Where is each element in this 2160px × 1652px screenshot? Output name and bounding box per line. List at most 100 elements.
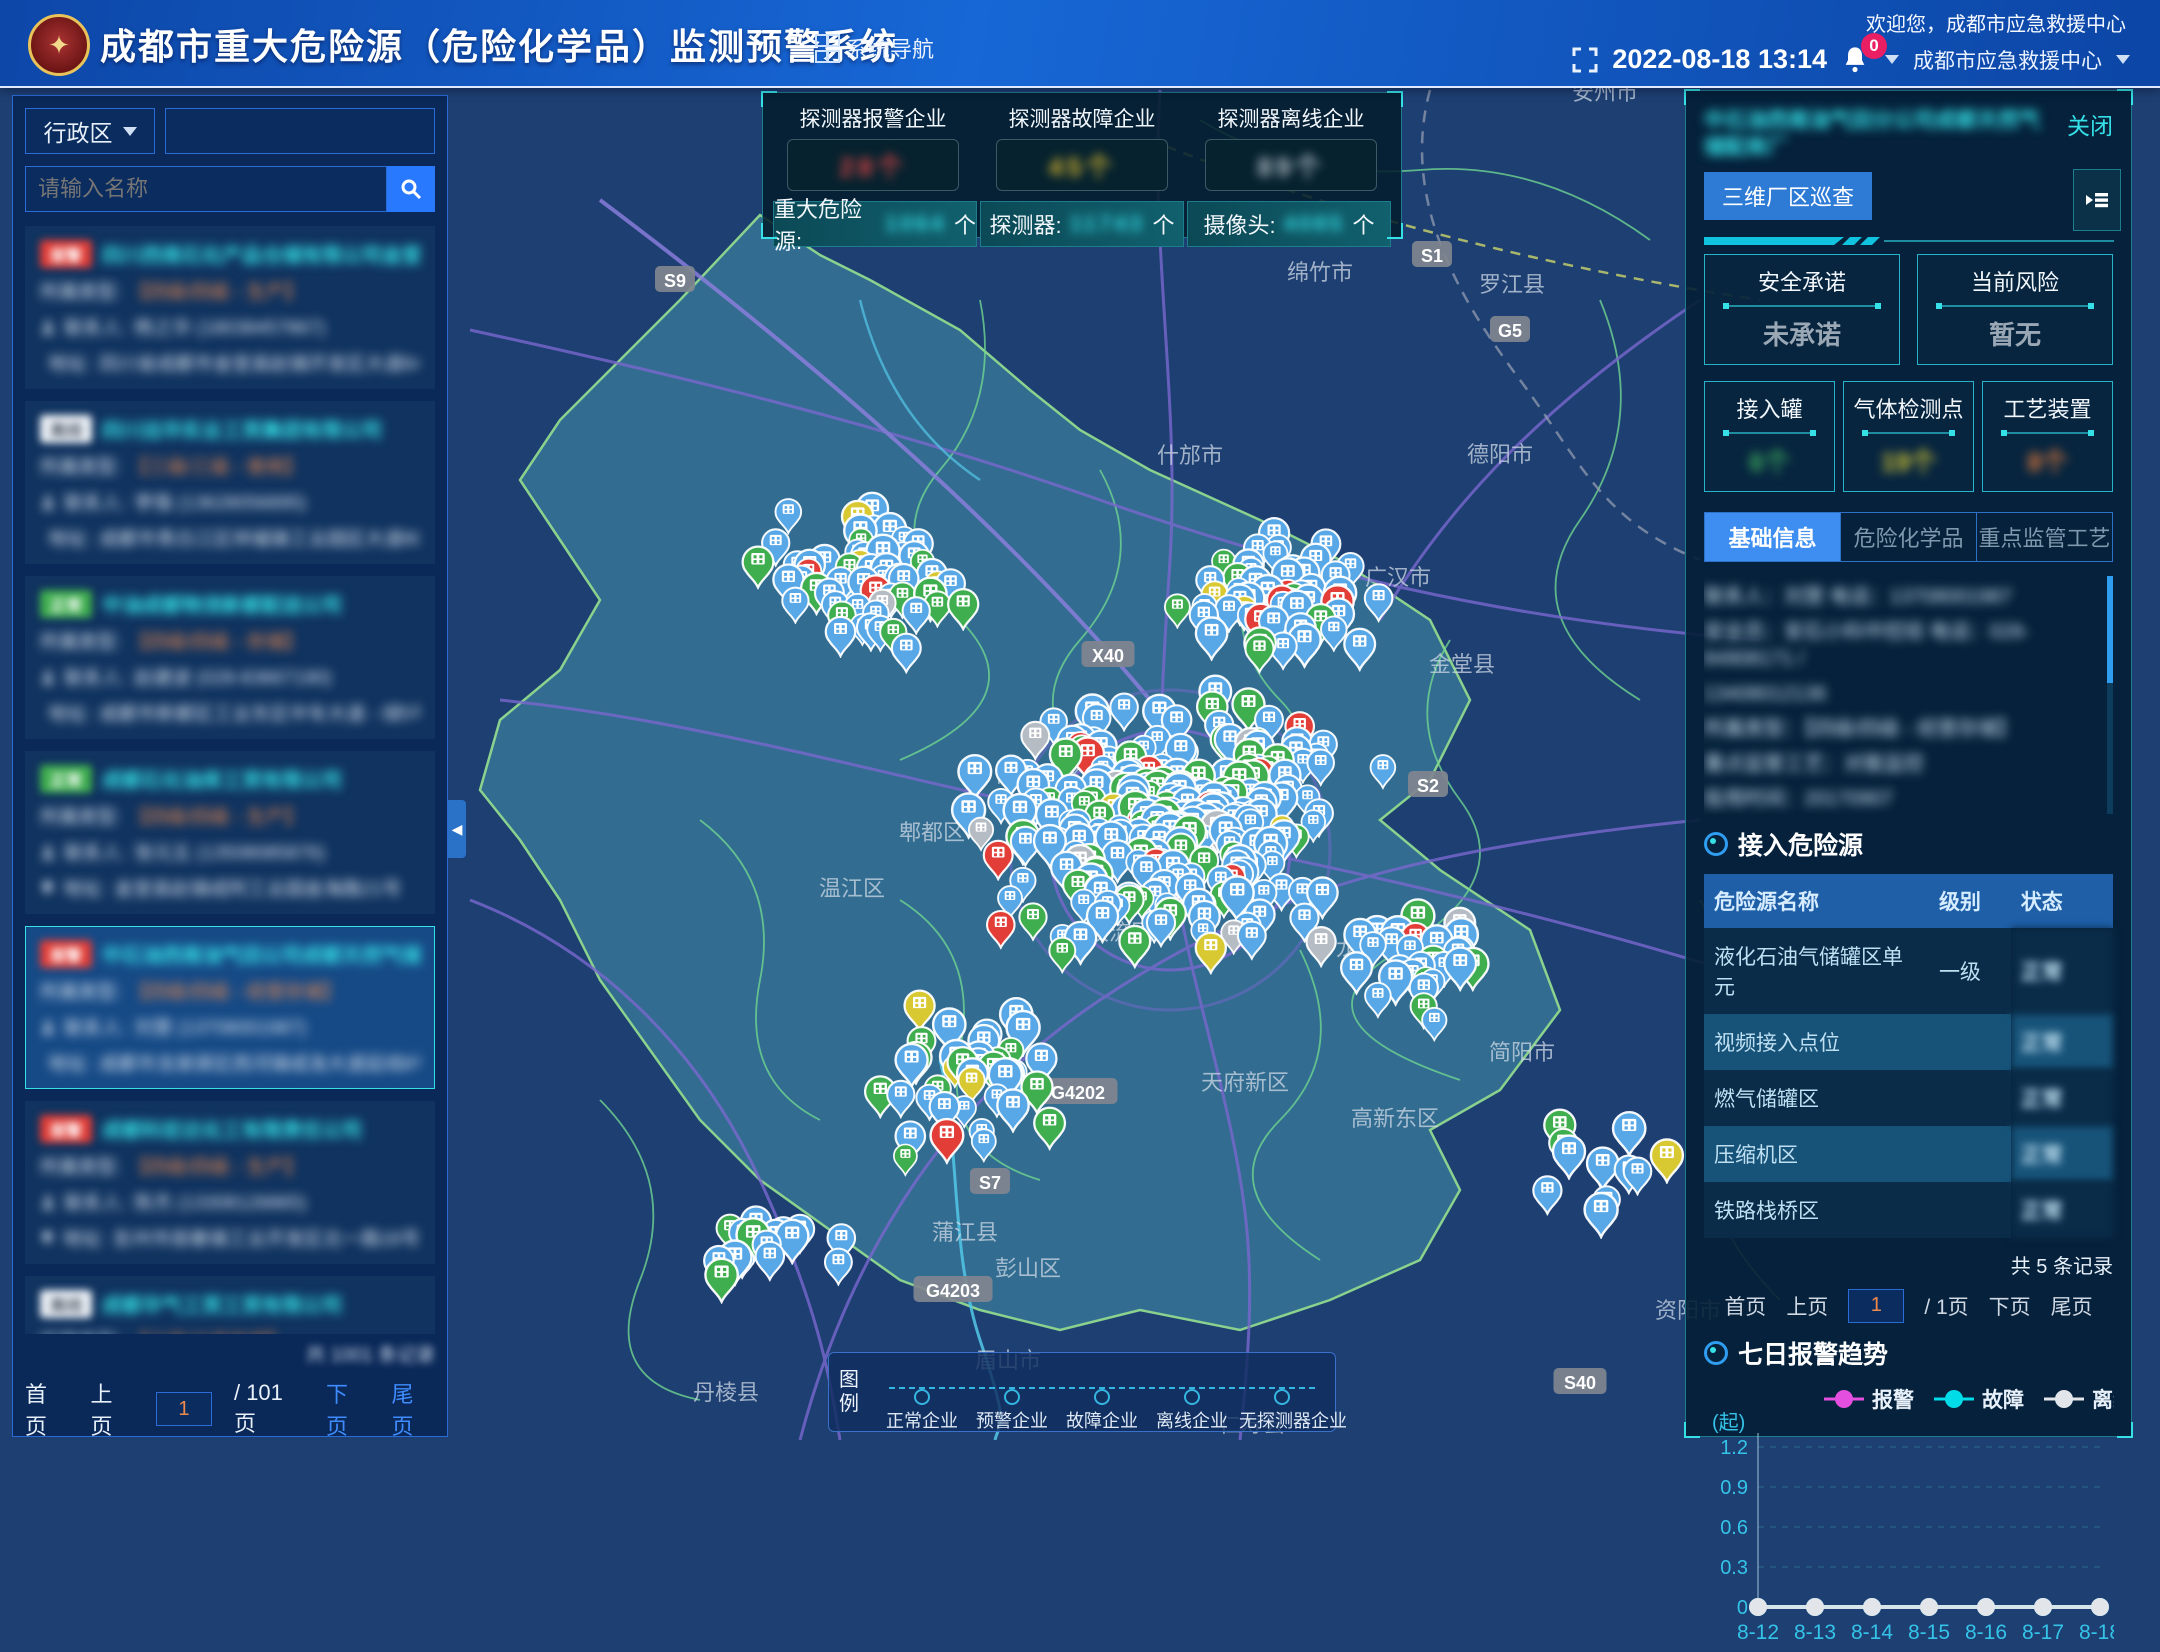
enterprise-sidebar: 行政区 报警四川西南石化产品仓储有限公司金堂仓储分公司所属类型:【四级/四级 -… (12, 95, 448, 1437)
enterprise-contact-row: 联系人:张元五 (13508085876) (40, 838, 420, 865)
svg-text:绵竹市: 绵竹市 (1287, 260, 1353, 285)
location-pin-icon (40, 880, 55, 896)
svg-text:G5: G5 (1498, 321, 1522, 341)
page-total: / 1页 (1924, 1291, 1968, 1321)
legend-item-无探测器企业: 无探测器企业 (1239, 1351, 1325, 1433)
enterprise-card[interactable]: 正常成都石化油库工贸有限公司所属类型:【四级/四级 - 生产】联系人:张元五 (… (25, 751, 435, 914)
risk-label: 当前风险 (1924, 265, 2106, 297)
legend-pin-icon (907, 1351, 937, 1387)
enterprise-name: 成都石化油库工贸有限公司 (102, 764, 342, 793)
hazard-section-header: 接入危险源 (1704, 826, 2113, 862)
equipment-stat-box: 工艺装置 8个 (1982, 381, 2113, 492)
svg-text:(起): (起) (1712, 1411, 1745, 1434)
tab-2[interactable]: 重点监管工艺 (1977, 513, 2112, 561)
svg-text:离线: 离线 (2092, 1388, 2114, 1412)
svg-text:报警: 报警 (1872, 1388, 1914, 1412)
svg-text:高新东区: 高新东区 (1351, 1106, 1439, 1131)
enterprise-name: 中石油西南油气田公司成都天然气储配库厂 (102, 939, 420, 968)
page-next[interactable]: 下页 (1989, 1291, 2031, 1321)
enterprise-address-row: 地址:彭州市丽春镇工业开发区北一路16号 (40, 1224, 420, 1251)
svg-text:S1: S1 (1421, 246, 1443, 266)
system-nav-button[interactable]: 系统导航 (815, 32, 934, 64)
tab-0[interactable]: 基础信息 (1705, 513, 1841, 561)
detail-line: 所属类型：【四级/四级 - 经营存储】 (1704, 716, 2113, 743)
chevron-down-icon[interactable] (1885, 55, 1899, 64)
svg-text:8-15: 8-15 (1908, 1621, 1950, 1644)
svg-text:S9: S9 (664, 271, 686, 291)
fullscreen-icon[interactable] (1572, 47, 1598, 73)
legend-pin-icon (1087, 1351, 1117, 1387)
svg-text:丹棱县: 丹棱县 (693, 1380, 759, 1405)
page-first[interactable]: 首页 (1724, 1291, 1766, 1321)
user-name[interactable]: 成都市应急救援中心 (1913, 45, 2102, 75)
detail-line: 重点监管工艺：对氨监控 (1704, 751, 2113, 778)
person-icon (40, 319, 56, 335)
enterprise-card[interactable]: 报警成都科宏达化工有限责任公司所属类型:【四级/四级 - 生产】联系人:陈杰 (… (25, 1101, 435, 1264)
chevron-down-icon[interactable] (2116, 55, 2130, 64)
detail-line: 联系人：刘慧 电话：13708001987 (1704, 584, 2113, 611)
page-next[interactable]: 下页 (326, 1377, 369, 1441)
search-input[interactable] (25, 166, 387, 212)
page-last[interactable]: 尾页 (392, 1377, 435, 1441)
svg-text:8-16: 8-16 (1965, 1621, 2007, 1644)
enterprise-contact-row: 联系人:陈杰 (13308126865) (40, 1188, 420, 1215)
tab-1[interactable]: 危险化学品 (1841, 513, 1977, 561)
enterprise-name: 成都科宏达化工有限责任公司 (102, 1114, 362, 1143)
svg-text:S40: S40 (1564, 1373, 1596, 1393)
legend-title: 图例 (839, 1368, 873, 1416)
sidebar-collapse-handle[interactable]: ◀ (448, 800, 466, 858)
enterprise-contact-row: 联系人:杨之华 (18038457867) (40, 313, 420, 340)
svg-text:0.6: 0.6 (1720, 1517, 1748, 1539)
commit-label: 安全承诺 (1711, 265, 1893, 297)
svg-text:0.9: 0.9 (1720, 1477, 1748, 1499)
3d-patrol-button[interactable]: 三维厂区巡查 (1704, 172, 1872, 220)
svg-text:罗江县: 罗江县 (1479, 272, 1545, 297)
chevron-down-icon (123, 127, 137, 136)
svg-text:0: 0 (1737, 1597, 1748, 1619)
counter-pill: 探测器:11743个 (980, 201, 1184, 247)
svg-text:X40: X40 (1092, 646, 1124, 666)
enterprise-name: 中油成都物流新都配送公司 (102, 589, 342, 618)
counter-pill: 重大危险源:1064个 (773, 201, 977, 247)
page-input[interactable] (156, 1392, 212, 1426)
enterprise-contact-row: 联系人:李强 (13628056895) (40, 488, 420, 515)
enterprise-card[interactable]: 正常中油成都物流新都配送公司所属类型:【四级/四级 - 存储】联系人:赵建波 (… (25, 576, 435, 739)
close-button[interactable]: 关闭 (2067, 107, 2113, 141)
page-total: / 101页 (234, 1380, 304, 1438)
notification-bell-icon[interactable]: 0 (1841, 45, 1871, 75)
svg-text:8-17: 8-17 (2022, 1621, 2064, 1644)
page-prev[interactable]: 上页 (90, 1377, 133, 1441)
page-first[interactable]: 首页 (25, 1377, 68, 1441)
basic-info-details: 联系人：刘慧 电话：13708001987 安全员：安石小科中控班 电话：028-… (1704, 576, 2113, 814)
enterprise-card[interactable]: 离线成都华气工贸工贸有限公司所属类型:【三级/三级存储】联系人:赵 勇 (130… (25, 1276, 435, 1334)
search-button[interactable] (387, 166, 435, 212)
expand-panel-button[interactable] (2073, 169, 2121, 231)
table-row[interactable]: 铁路栈桥区正常 (1704, 1182, 2113, 1238)
svg-text:蒲江县: 蒲江县 (932, 1220, 998, 1245)
welcome-text: 欢迎您，成都市应急救援中心 (1866, 8, 2126, 37)
region-filter-input[interactable] (165, 108, 435, 154)
system-nav-label: 系统导航 (846, 32, 934, 64)
page-last[interactable]: 尾页 (2051, 1291, 2093, 1321)
detail-line: 安全员：安石小科中控班 电话：028-84908171 / (1704, 619, 2113, 673)
region-filter-dropdown[interactable]: 行政区 (25, 108, 155, 154)
detector-stat-card: 探测器报警企业28个 (773, 101, 973, 191)
seven-day-trend-chart: 报警故障离线(起)1.20.90.60.308-128-138-148-158-… (1704, 1377, 2114, 1647)
enterprise-name: 四川西南石化产品仓储有限公司金堂仓储分公司 (102, 239, 420, 268)
equipment-stat-box: 气体检测点 19个 (1843, 381, 1974, 492)
map-legend: 图例 正常企业 预警企业 故障企业 离线企业 无探测器企业 (828, 1352, 1336, 1432)
table-row[interactable]: 液化石油气储罐区单元一级正常 (1704, 928, 2113, 1014)
enterprise-card[interactable]: 离线四川远华实业工贸集团有限公司所属类型:【三级/三级 - 使用】联系人:李强 … (25, 401, 435, 564)
enterprise-card[interactable]: 报警中石油西南油气田公司成都天然气储配库厂所属类型:【四级/四级 - 经营存储】… (25, 926, 435, 1089)
table-row[interactable]: 压缩机区正常 (1704, 1126, 2113, 1182)
table-row[interactable]: 燃气储罐区正常 (1704, 1070, 2113, 1126)
detector-stat-value: 45个 (996, 139, 1168, 191)
person-icon (40, 494, 56, 510)
person-icon (40, 669, 56, 685)
page-input[interactable] (1848, 1289, 1904, 1323)
enterprise-type-row: 所属类型:【四级/四级 - 生产】 (40, 277, 420, 304)
table-row[interactable]: 视频接入点位正常 (1704, 1014, 2113, 1070)
page-prev[interactable]: 上页 (1786, 1291, 1828, 1321)
hazard-record-summary: 共 5 条记录 (1704, 1250, 2113, 1279)
enterprise-card[interactable]: 报警四川西南石化产品仓储有限公司金堂仓储分公司所属类型:【四级/四级 - 生产】… (25, 226, 435, 389)
